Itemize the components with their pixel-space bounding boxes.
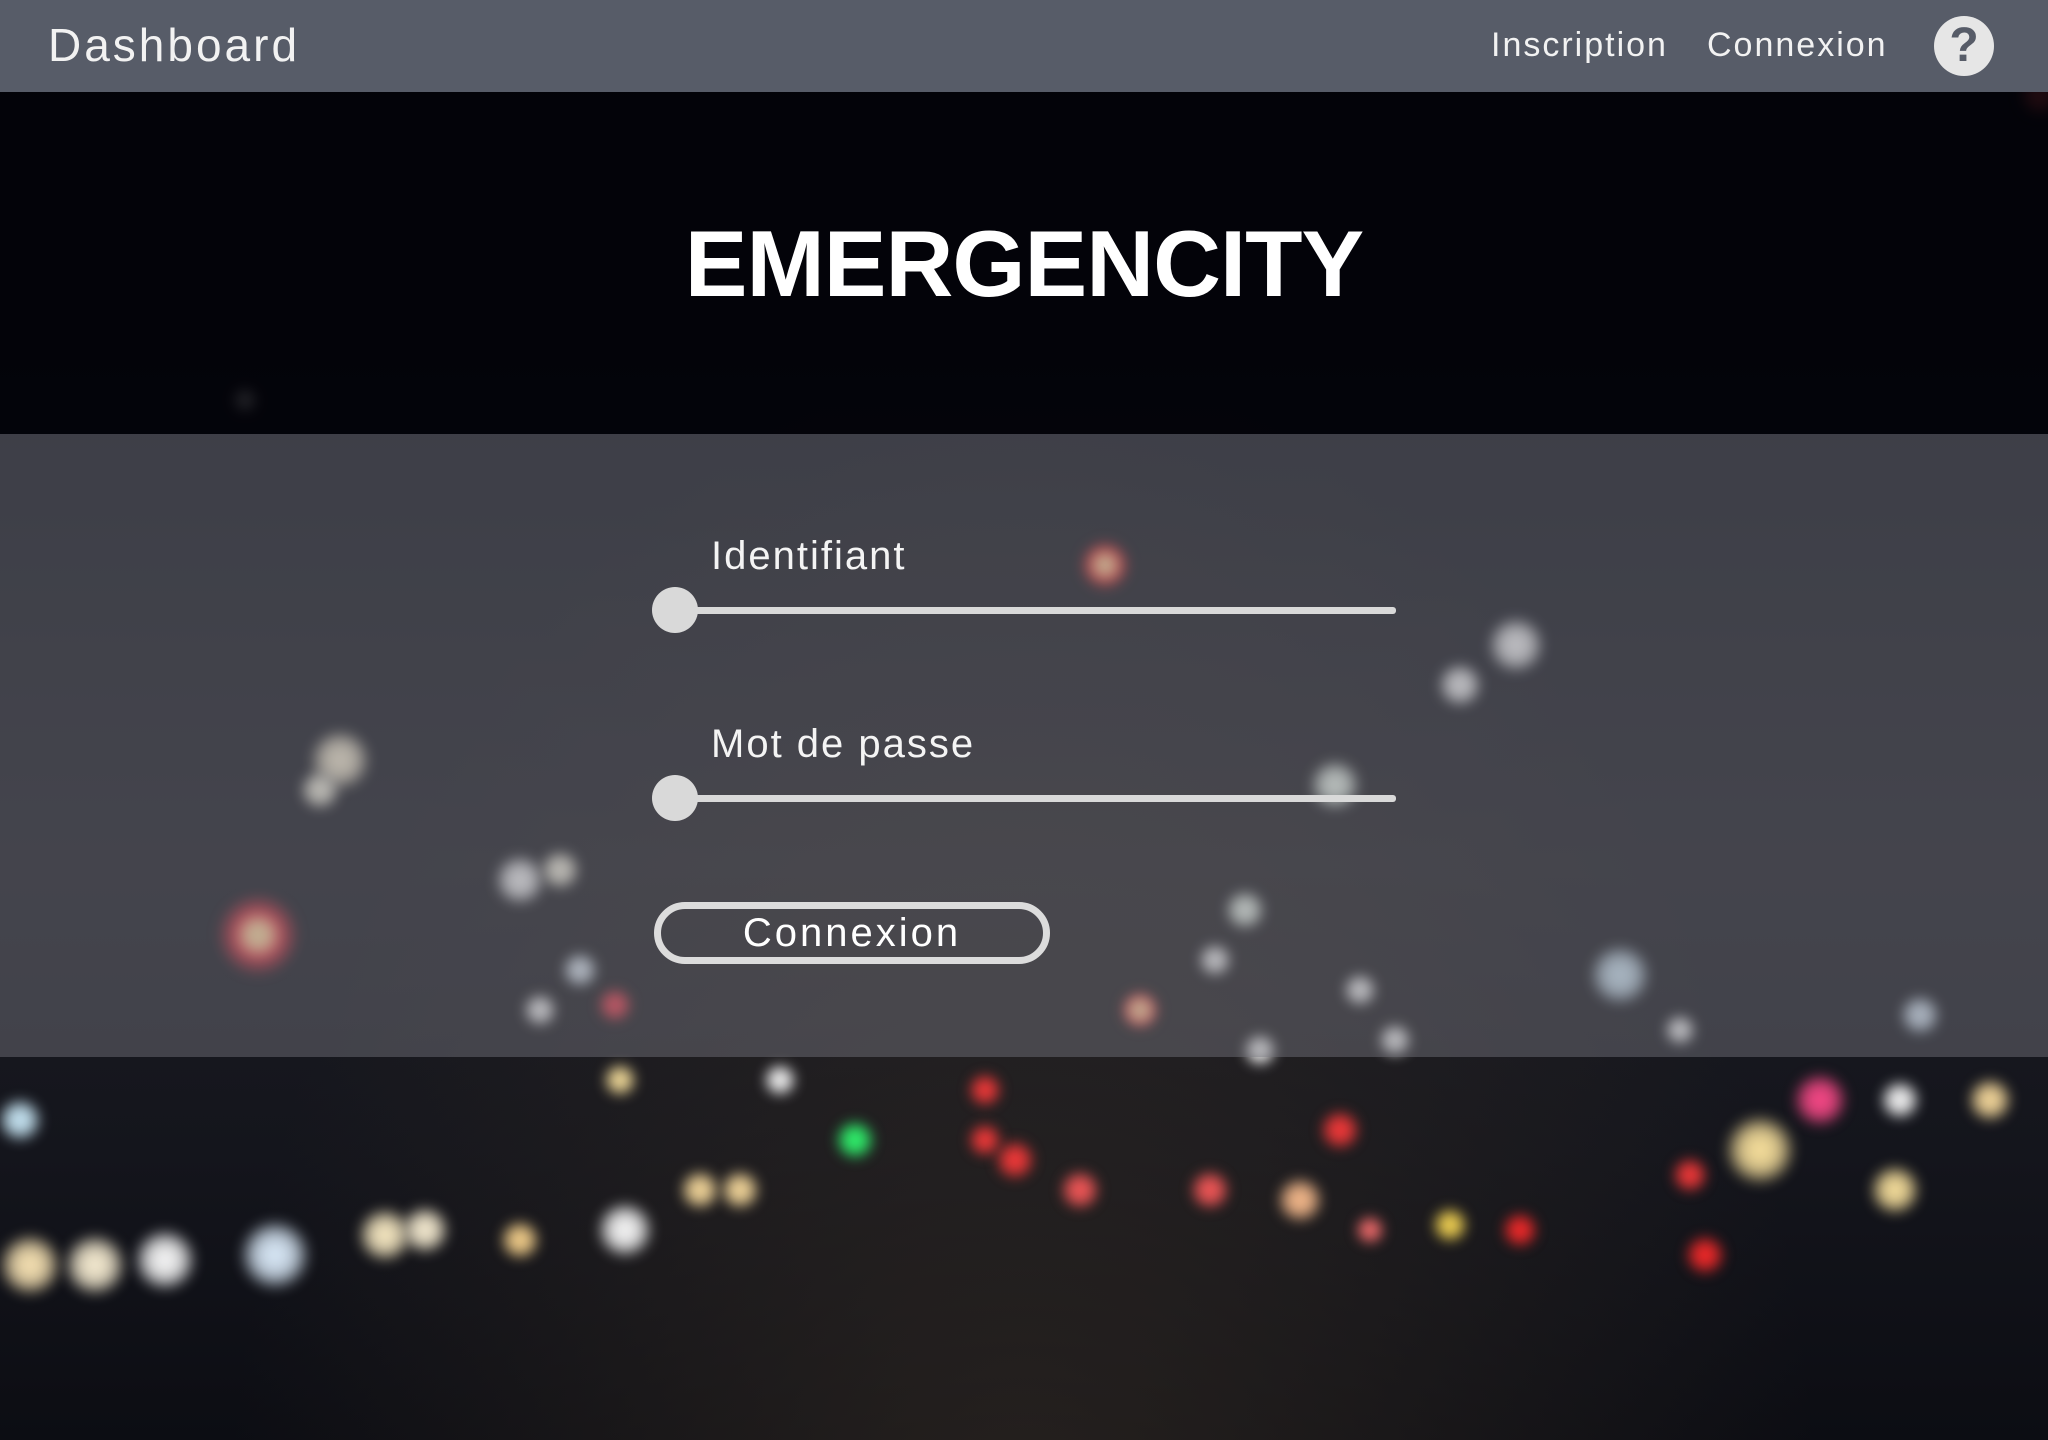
password-field-underline [672,795,1396,802]
page: Dashboard Inscription Connexion ? EMERGE… [0,0,2048,1440]
bokeh-light [1725,1115,1795,1185]
username-input[interactable] [712,585,1386,607]
bokeh-light [597,1202,653,1258]
bokeh-light [603,1063,637,1097]
password-label: Mot de passe [711,722,976,766]
username-field-knob [652,587,698,633]
hero-band: EMERGENCITY [0,92,2048,434]
bokeh-light [1685,1235,1725,1275]
bokeh-light [0,1098,42,1142]
bokeh-light [1060,1170,1100,1210]
bokeh-light [1502,1212,1538,1248]
username-field-underline [672,607,1396,614]
bokeh-light [240,1220,310,1290]
username-field[interactable] [652,585,1396,635]
bokeh-light [1432,1207,1468,1243]
bokeh-light [1355,1215,1385,1245]
bokeh-light [1277,1177,1323,1223]
bokeh-light [763,1063,797,1097]
top-navigation-bar: Dashboard Inscription Connexion ? [0,0,2048,92]
bokeh-light [680,1170,720,1210]
bokeh-light [1672,1157,1708,1193]
bokeh-light [1793,1073,1847,1127]
bokeh-light [835,1120,875,1160]
bokeh-light [995,1140,1035,1180]
bokeh-light [720,1170,760,1210]
connexion-submit-button[interactable]: Connexion [654,902,1050,964]
bokeh-light [401,1206,449,1254]
help-button[interactable]: ? [1934,16,1994,76]
bokeh-light [500,1220,540,1260]
bokeh-light [1870,1165,1920,1215]
bokeh-light [968,1123,1002,1157]
username-label: Identifiant [711,534,907,578]
password-input[interactable] [712,773,1386,795]
app-title: EMERGENCITY [684,211,1364,316]
question-mark-icon: ? [1949,19,1979,72]
bokeh-light [1320,1110,1360,1150]
password-field[interactable] [652,773,1396,823]
bokeh-light [1190,1170,1230,1210]
bokeh-light [0,1234,61,1296]
bokeh-light [134,1229,196,1291]
login-panel: Identifiant Mot de passe Connexion [0,434,2048,1057]
bokeh-light [968,1073,1002,1107]
bokeh-light [1968,1078,2012,1122]
bokeh-light [64,1234,126,1296]
password-field-knob [652,775,698,821]
nav-connexion-link[interactable]: Connexion [1707,26,1888,65]
nav-inscription-link[interactable]: Inscription [1491,26,1668,65]
dashboard-brand-link[interactable]: Dashboard [48,18,300,72]
bokeh-light [1880,1080,1920,1120]
